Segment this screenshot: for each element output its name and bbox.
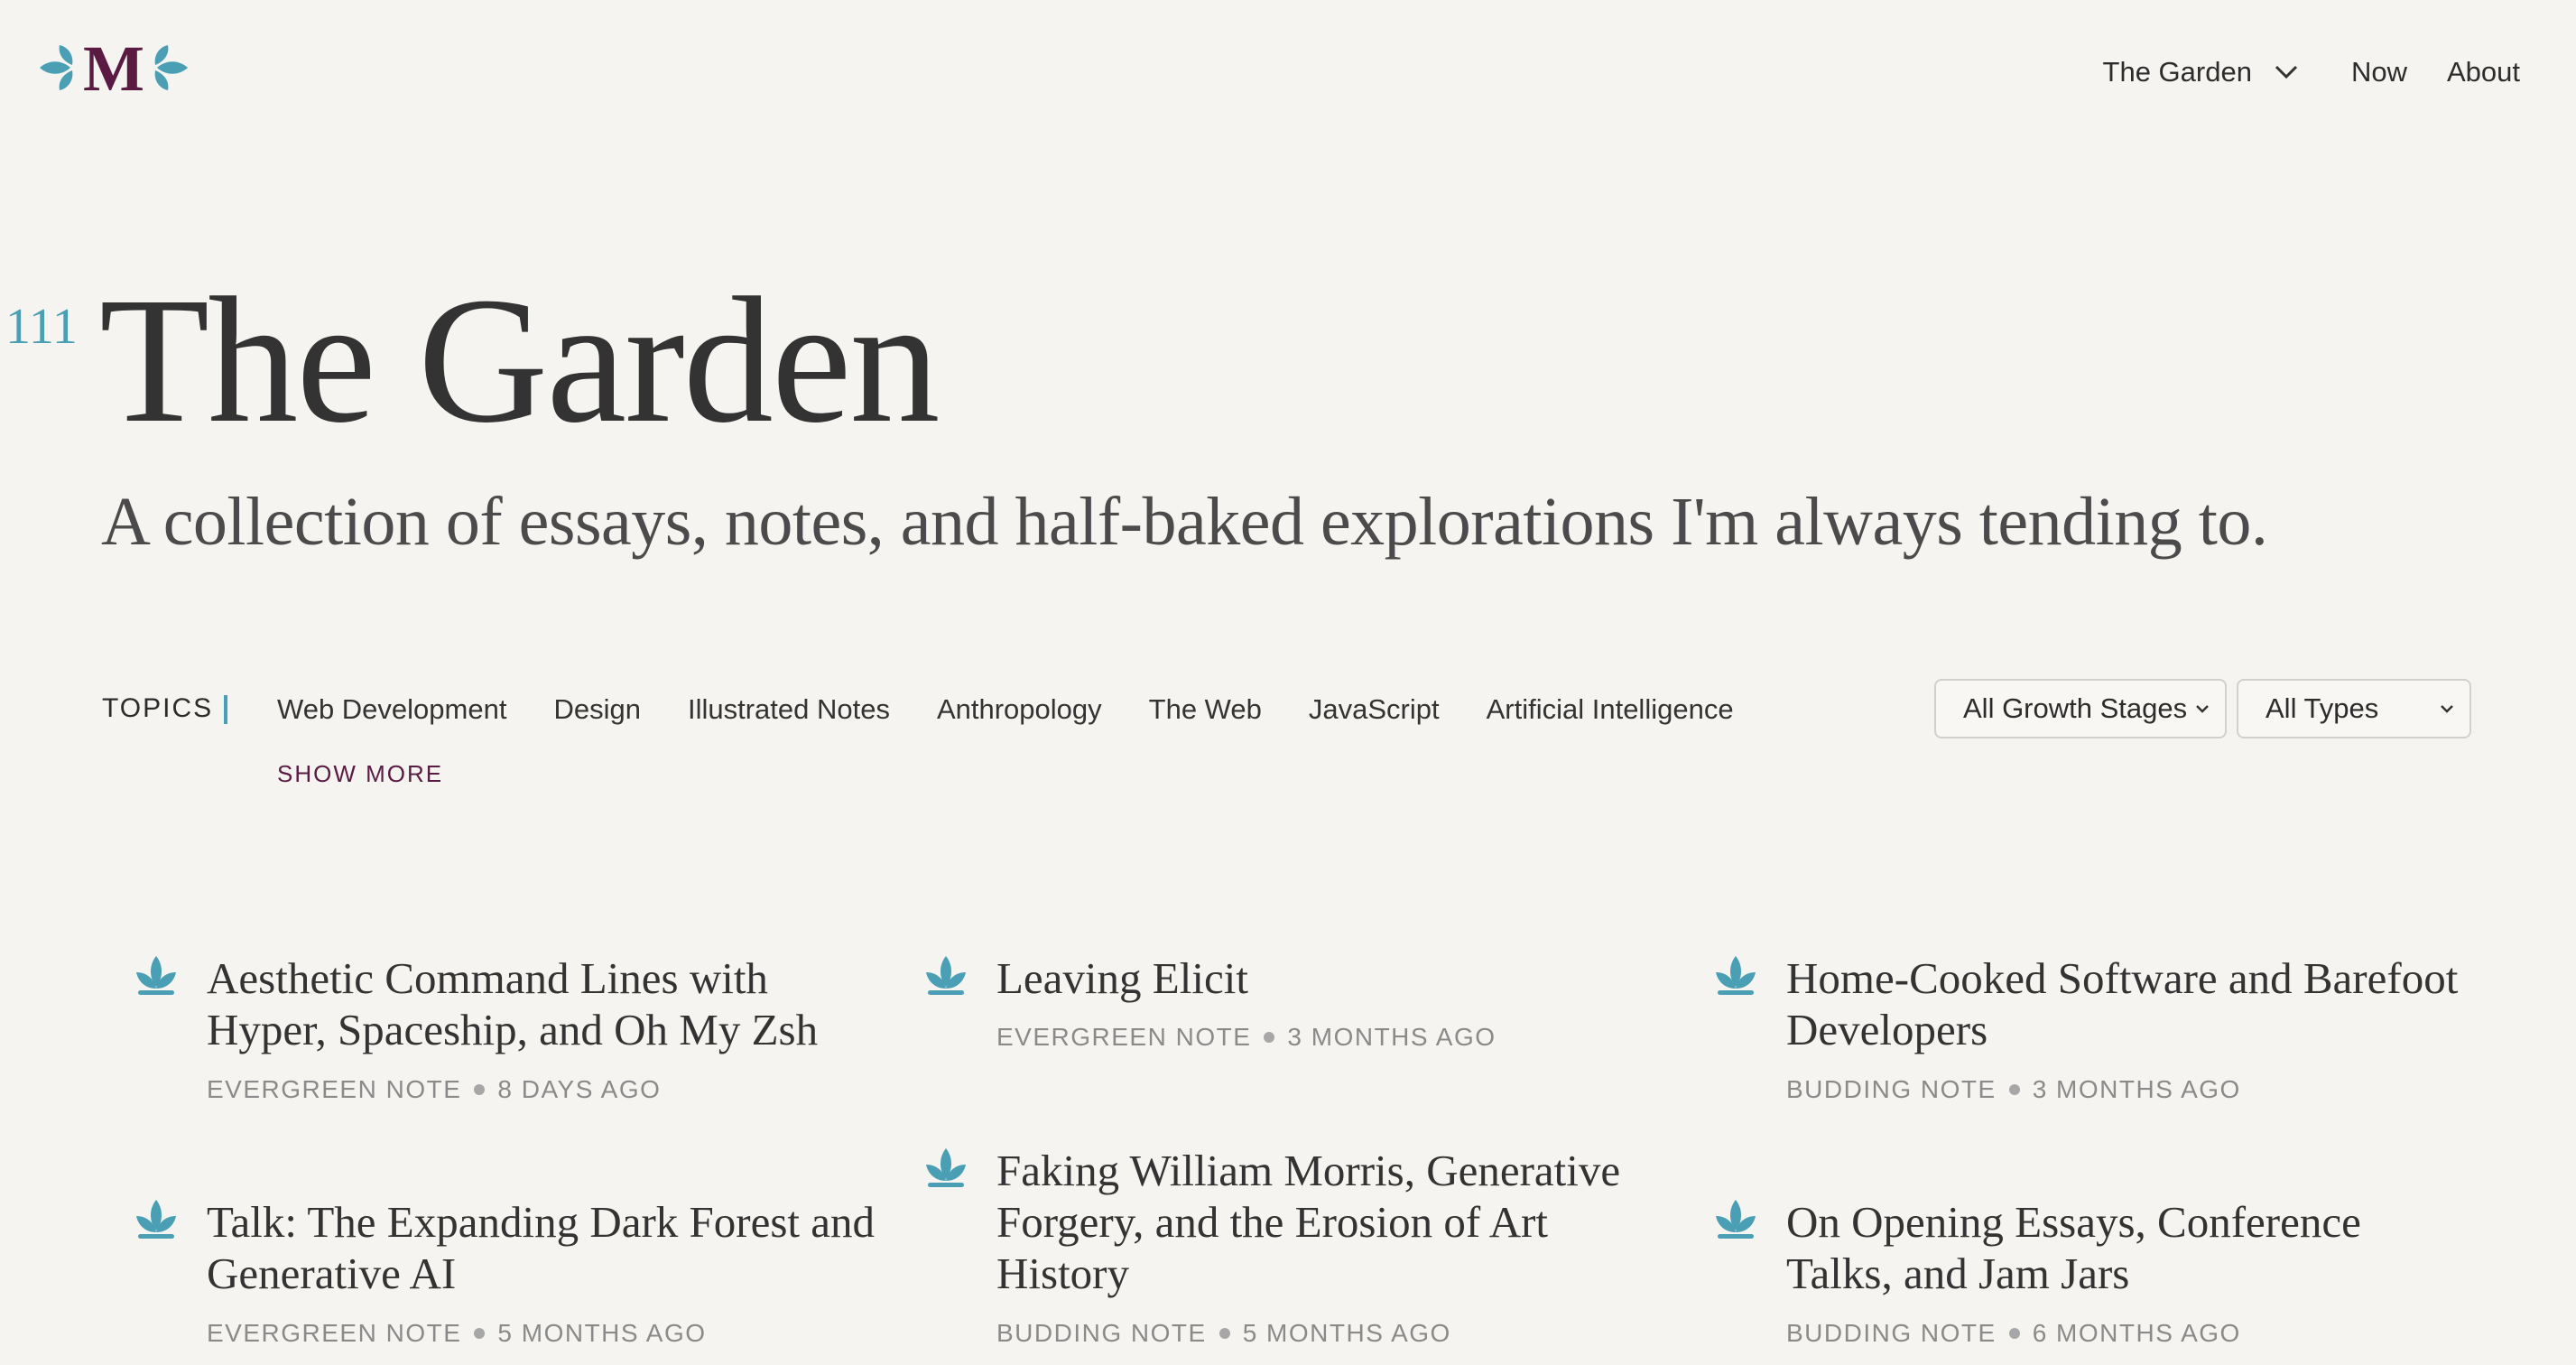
note-title[interactable]: Talk: The Expanding Dark Forest and Gene… <box>207 1196 893 1299</box>
topic-web-development[interactable]: Web Development <box>277 693 506 726</box>
topic-javascript[interactable]: JavaScript <box>1309 693 1440 726</box>
separator-dot <box>474 1328 486 1339</box>
show-more-topics-button[interactable]: SHOW MORE <box>277 760 443 788</box>
topic-illustrated-notes[interactable]: Illustrated Notes <box>688 693 890 726</box>
note-card[interactable]: On Opening Essays, Conference Talks, and… <box>1712 1196 2398 1359</box>
note-card[interactable]: Aesthetic Command Lines with Hyper, Spac… <box>133 952 819 1115</box>
topic-artificial-intelligence[interactable]: Artificial Intelligence <box>1487 693 1734 726</box>
note-card[interactable]: Faking William Morris, Generative Forger… <box>922 1145 1620 1361</box>
note-title[interactable]: Faking William Morris, Generative Forger… <box>996 1145 1682 1299</box>
growth-stage-select[interactable]: All Growth Stages <box>1934 679 2227 738</box>
type-value: All Types <box>2266 692 2379 724</box>
note-age: 3 MONTHS AGO <box>2032 1075 2241 1103</box>
logo-letter: M <box>83 34 144 101</box>
note-title[interactable]: Leaving Elicit <box>996 952 1682 1004</box>
main-nav: The Garden Now About <box>2103 54 2520 90</box>
note-card[interactable]: Home-Cooked Software and Barefoot Develo… <box>1712 952 2458 1115</box>
page-subtitle: A collection of essays, notes, and half-… <box>101 484 2268 560</box>
leaf-sprout-icon <box>136 1200 176 1239</box>
topics-list: Web Development Design Illustrated Notes… <box>277 693 1734 726</box>
note-card[interactable]: Leaving Elicit EVERGREEN NOTE 3 MONTHS AG… <box>922 952 1608 1070</box>
note-age: 5 MONTHS AGO <box>1242 1319 1451 1347</box>
separator-dot <box>1219 1328 1230 1339</box>
note-age: 6 MONTHS AGO <box>2032 1319 2241 1347</box>
separator-dot <box>2008 1328 2020 1339</box>
note-meta: EVERGREEN NOTE 3 MONTHS AGO <box>996 1023 1496 1052</box>
topic-design[interactable]: Design <box>553 693 641 726</box>
chevron-down-icon <box>2441 705 2453 713</box>
note-age: 8 DAYS AGO <box>497 1075 662 1103</box>
page-title: The Garden <box>99 261 941 460</box>
note-stage: BUDDING NOTE <box>996 1319 1207 1347</box>
growth-stage-value: All Growth Stages <box>1963 692 2188 724</box>
topic-the-web[interactable]: The Web <box>1149 693 1262 726</box>
separator-dot <box>1264 1032 1275 1043</box>
note-meta: BUDDING NOTE 6 MONTHS AGO <box>1786 1319 2241 1348</box>
nav-about[interactable]: About <box>2447 56 2520 88</box>
leaf-sprout-icon <box>136 956 176 995</box>
topics-label: TOPICS <box>102 693 214 723</box>
separator-dot <box>2008 1084 2020 1095</box>
chevron-down-icon <box>2275 65 2298 79</box>
note-card[interactable]: Talk: The Expanding Dark Forest and Gene… <box>133 1196 875 1359</box>
leaf-sprout-icon <box>926 1148 966 1187</box>
topic-anthropology[interactable]: Anthropology <box>937 693 1102 726</box>
note-stage: EVERGREEN NOTE <box>996 1023 1252 1051</box>
separator-dot <box>474 1084 486 1095</box>
note-stage: BUDDING NOTE <box>1786 1319 1997 1347</box>
note-title[interactable]: On Opening Essays, Conference Talks, and… <box>1786 1196 2472 1299</box>
note-meta: EVERGREEN NOTE 8 DAYS AGO <box>207 1075 661 1104</box>
leaf-sprout-icon <box>926 956 966 995</box>
nav-the-garden-label: The Garden <box>2102 56 2252 88</box>
note-stage: EVERGREEN NOTE <box>207 1075 462 1103</box>
note-age: 3 MONTHS AGO <box>1287 1023 1496 1051</box>
note-title[interactable]: Home-Cooked Software and Barefoot Develo… <box>1786 952 2472 1055</box>
leaf-sprout-icon <box>1716 1200 1756 1239</box>
note-age: 5 MONTHS AGO <box>497 1319 707 1347</box>
note-count: 111 <box>5 299 78 355</box>
topics-divider <box>224 695 227 724</box>
nav-the-garden[interactable]: The Garden <box>2103 56 2299 88</box>
nav-now[interactable]: Now <box>2351 56 2407 88</box>
note-stage: EVERGREEN NOTE <box>207 1319 462 1347</box>
note-meta: BUDDING NOTE 5 MONTHS AGO <box>996 1319 1451 1348</box>
chevron-down-icon <box>2196 705 2209 713</box>
note-title[interactable]: Aesthetic Command Lines with Hyper, Spac… <box>207 952 893 1055</box>
site-logo[interactable]: M <box>36 32 191 105</box>
type-select[interactable]: All Types <box>2237 679 2471 738</box>
note-stage: BUDDING NOTE <box>1786 1075 1997 1103</box>
leaf-sprout-icon <box>1716 956 1756 995</box>
note-meta: EVERGREEN NOTE 5 MONTHS AGO <box>207 1319 707 1348</box>
note-meta: BUDDING NOTE 3 MONTHS AGO <box>1786 1075 2241 1104</box>
